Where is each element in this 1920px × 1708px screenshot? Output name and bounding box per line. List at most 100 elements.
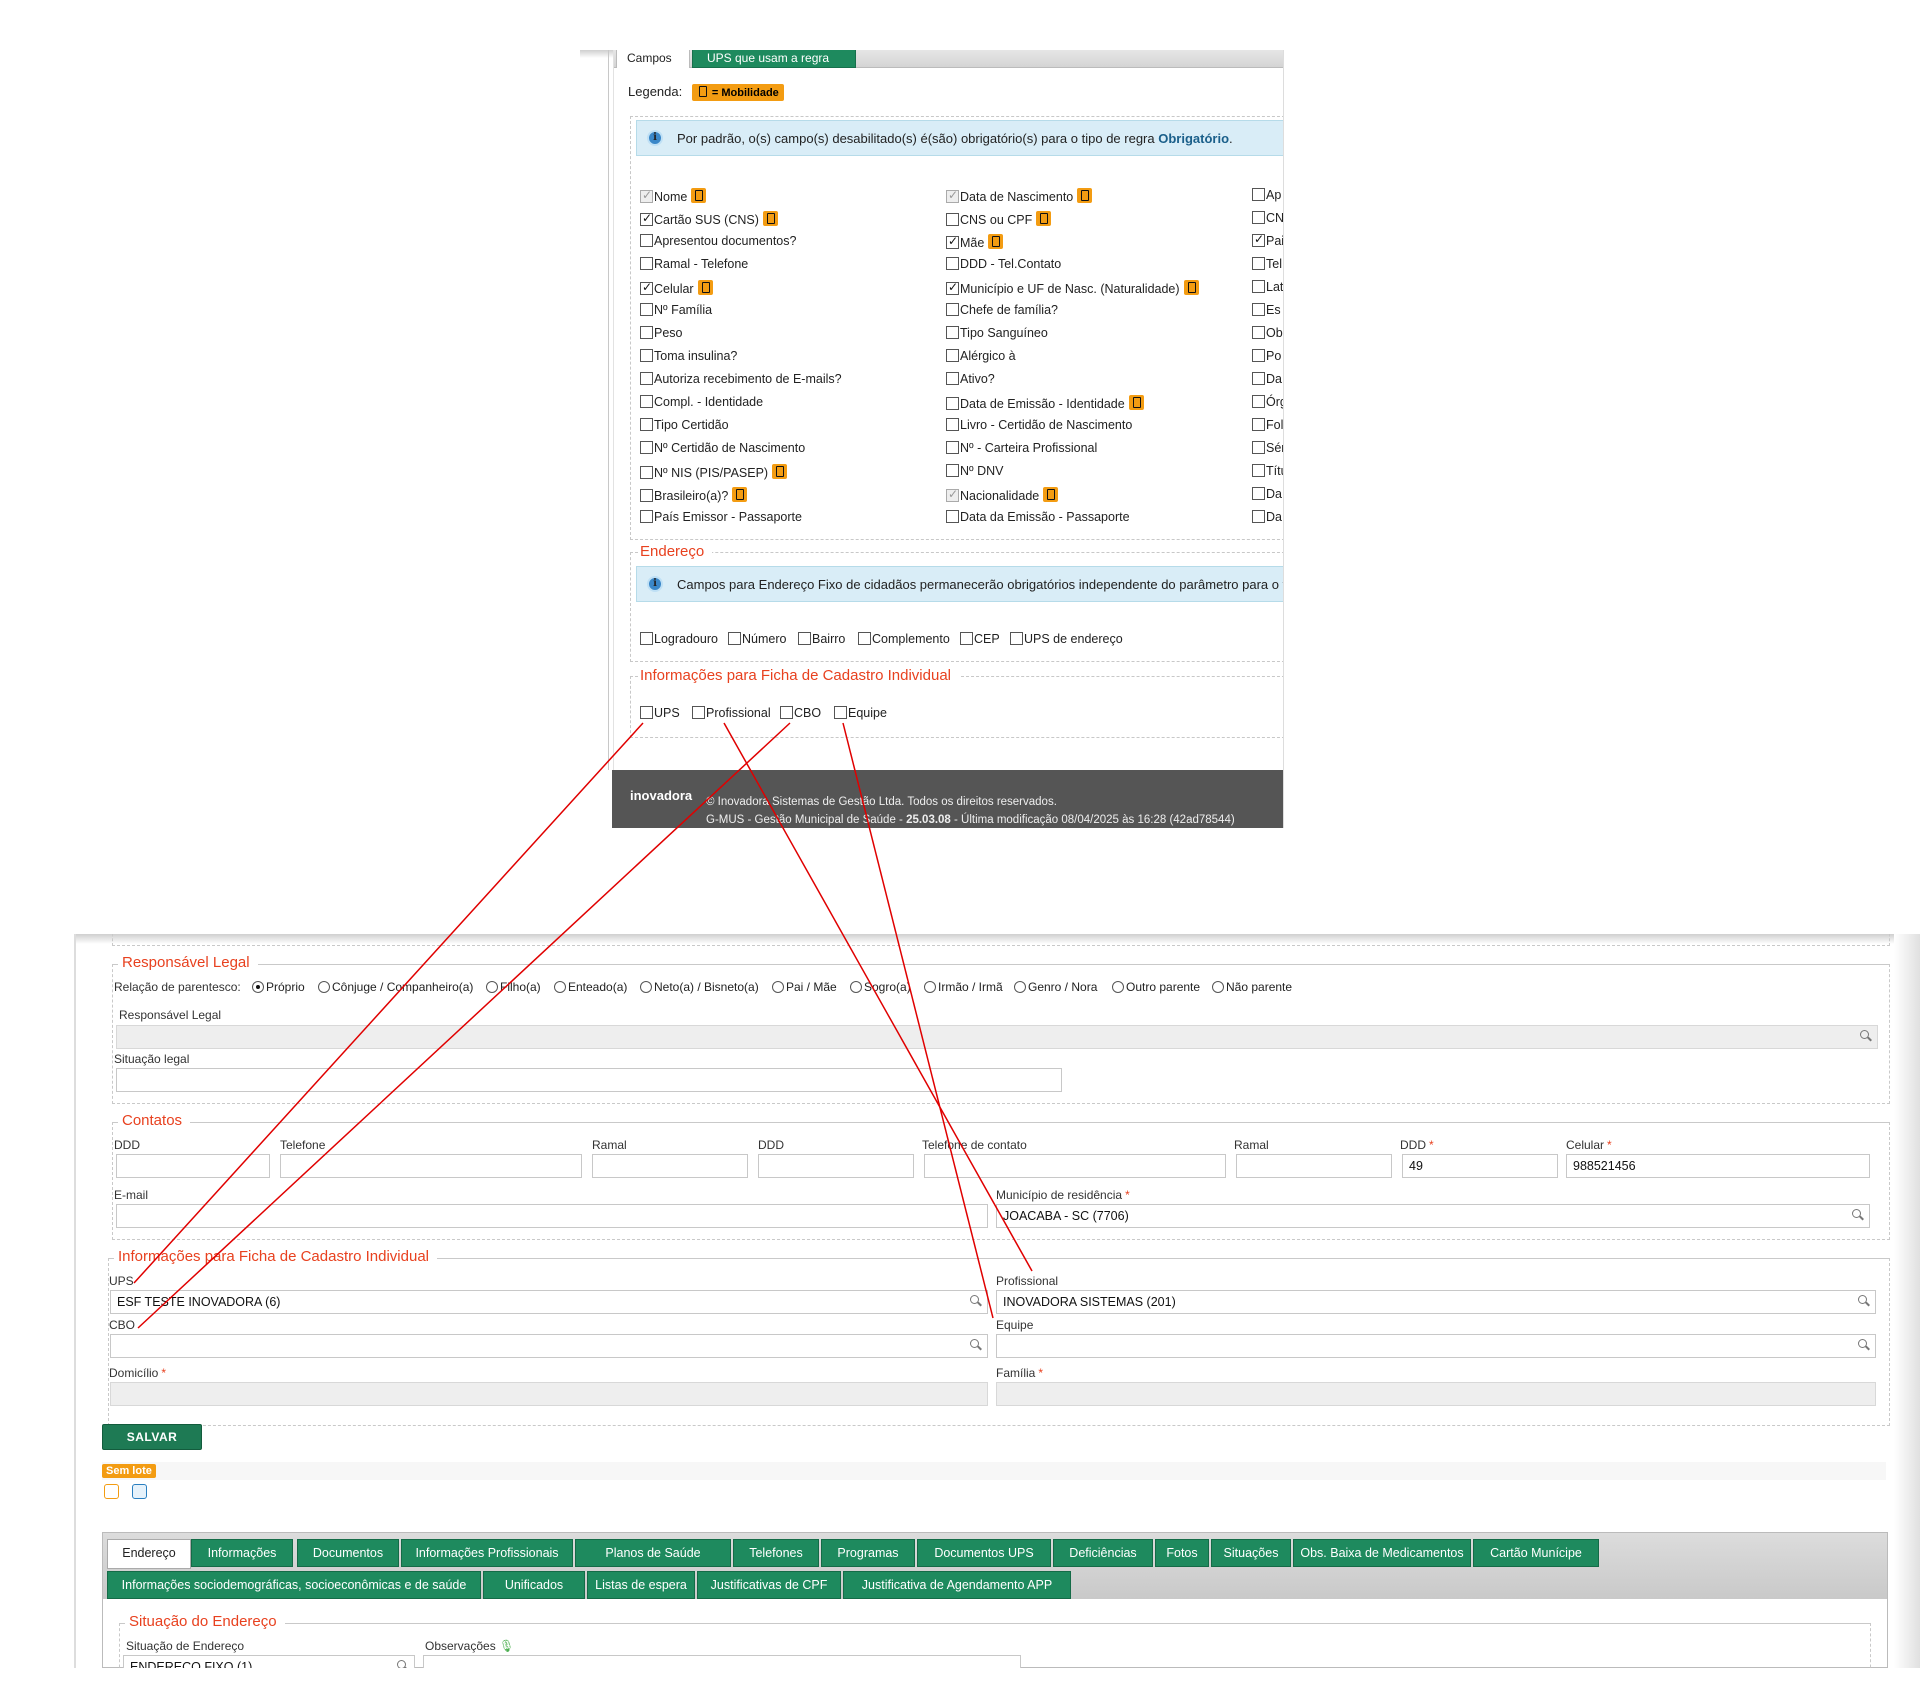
checkbox[interactable] — [1252, 326, 1265, 339]
checkbox[interactable] — [780, 706, 793, 719]
ficha-field-checkbox[interactable]: CBO — [780, 706, 821, 720]
checkbox[interactable] — [946, 510, 959, 523]
checkbox[interactable] — [640, 466, 653, 479]
field-checkbox-col2[interactable]: Mãe — [946, 234, 1004, 250]
microphone-icon[interactable]: 🎙 — [499, 1639, 514, 1653]
field-checkbox-col2[interactable]: Nacionalidade — [946, 487, 1059, 503]
endereco-field-checkbox[interactable]: Bairro — [798, 632, 845, 646]
checkbox[interactable] — [640, 326, 653, 339]
tab-item[interactable]: Fotos — [1155, 1539, 1209, 1567]
field-checkbox-col2[interactable]: CNS ou CPF — [946, 211, 1052, 227]
field-checkbox-col2[interactable]: Livro - Certidão de Nascimento — [946, 418, 1132, 432]
search-icon[interactable] — [1858, 1339, 1869, 1350]
search-icon[interactable] — [397, 1660, 408, 1668]
checkbox[interactable] — [640, 395, 653, 408]
checkbox[interactable] — [1252, 303, 1265, 316]
telefone-input[interactable] — [280, 1154, 582, 1178]
search-icon[interactable] — [970, 1295, 981, 1306]
cbo-input[interactable] — [110, 1334, 988, 1358]
checkbox[interactable] — [946, 418, 959, 431]
field-checkbox-col2[interactable]: Data de Nascimento — [946, 188, 1093, 204]
field-checkbox-col2[interactable]: DDD - Tel.Contato — [946, 257, 1061, 271]
relacao-radio-option[interactable]: Sogro(a) — [850, 980, 911, 994]
field-checkbox-col3[interactable]: CN — [1252, 211, 1283, 225]
field-checkbox-col3[interactable]: Fol — [1252, 418, 1283, 432]
checkbox[interactable] — [1252, 188, 1265, 201]
field-checkbox-col1[interactable]: Compl. - Identidade — [640, 395, 763, 409]
radio-button[interactable] — [640, 981, 652, 993]
field-checkbox-col1[interactable]: Celular — [640, 280, 713, 296]
checkbox[interactable] — [640, 489, 653, 502]
tab-item[interactable]: Documentos UPS — [917, 1539, 1051, 1567]
relacao-radio-option[interactable]: Enteado(a) — [554, 980, 627, 994]
ficha-field-checkbox[interactable]: Equipe — [834, 706, 887, 720]
checkbox[interactable] — [798, 632, 811, 645]
field-checkbox-col3[interactable]: Órg — [1252, 395, 1283, 409]
municipio-residencia-input[interactable]: JOACABA - SC (7706) — [996, 1204, 1870, 1228]
situacao-endereco-input[interactable]: ENDEREÇO FIXO (1) — [123, 1655, 415, 1668]
checkbox[interactable] — [640, 349, 653, 362]
tab-item[interactable]: Planos de Saúde — [575, 1539, 731, 1567]
observacoes-input[interactable] — [423, 1655, 1021, 1668]
checkbox[interactable] — [640, 441, 653, 454]
tab-item[interactable]: Situações — [1211, 1539, 1291, 1567]
checkbox[interactable] — [1252, 280, 1265, 293]
tab-item[interactable]: Documentos — [297, 1539, 399, 1567]
checkbox[interactable] — [1252, 372, 1265, 385]
document-icon[interactable] — [104, 1484, 119, 1499]
tab-item[interactable]: Justificativa de Agendamento APP — [843, 1571, 1071, 1599]
relacao-radio-option[interactable]: Genro / Nora — [1014, 980, 1097, 994]
checkbox[interactable] — [1252, 510, 1265, 523]
tab-item[interactable]: Cartão Munícipe — [1473, 1539, 1599, 1567]
checkbox[interactable] — [1252, 418, 1265, 431]
radio-button[interactable] — [486, 981, 498, 993]
checkbox[interactable] — [946, 441, 959, 454]
ddd-celular-input[interactable]: 49 — [1402, 1154, 1558, 1178]
checkbox[interactable] — [640, 234, 653, 247]
profissional-input[interactable]: INOVADORA SISTEMAS (201) — [996, 1290, 1876, 1314]
tab-campos[interactable]: Campos — [616, 50, 690, 68]
checkbox[interactable] — [1252, 395, 1265, 408]
save-button[interactable]: SALVAR — [102, 1424, 202, 1450]
checkbox[interactable] — [640, 303, 653, 316]
tab-item[interactable]: Deficiências — [1053, 1539, 1153, 1567]
search-icon[interactable] — [1860, 1030, 1871, 1041]
field-checkbox-col1[interactable]: Nº Certidão de Nascimento — [640, 441, 805, 455]
folder-icon[interactable] — [132, 1484, 147, 1499]
celular-input[interactable]: 988521456 — [1566, 1154, 1870, 1178]
radio-button[interactable] — [252, 981, 264, 993]
checkbox[interactable] — [834, 706, 847, 719]
search-icon[interactable] — [970, 1339, 981, 1350]
checkbox[interactable] — [1252, 487, 1265, 500]
radio-button[interactable] — [1112, 981, 1124, 993]
field-checkbox-col1[interactable]: Cartão SUS (CNS) — [640, 211, 778, 227]
tab-item[interactable]: Telefones — [733, 1539, 819, 1567]
ficha-field-checkbox[interactable]: UPS — [640, 706, 680, 720]
ramal-input[interactable] — [592, 1154, 748, 1178]
checkbox[interactable] — [640, 510, 653, 523]
tab-item[interactable]: Informações Profissionais — [401, 1539, 573, 1567]
tab-ups-que-usam-regra[interactable]: UPS que usam a regra — [692, 50, 856, 68]
field-checkbox-col1[interactable]: Apresentou documentos? — [640, 234, 796, 248]
radio-button[interactable] — [554, 981, 566, 993]
equipe-input[interactable] — [996, 1334, 1876, 1358]
field-checkbox-col2[interactable]: Data de Emissão - Identidade — [946, 395, 1144, 411]
radio-button[interactable] — [318, 981, 330, 993]
checkbox[interactable] — [728, 632, 741, 645]
endereco-field-checkbox[interactable]: CEP — [960, 632, 1000, 646]
radio-button[interactable] — [1014, 981, 1026, 993]
field-checkbox-col3[interactable]: Pai — [1252, 232, 1283, 248]
field-checkbox-col2[interactable]: Chefe de família? — [946, 303, 1058, 317]
relacao-radio-option[interactable]: Neto(a) / Bisneto(a) — [640, 980, 759, 994]
field-checkbox-col3[interactable]: Po — [1252, 349, 1281, 363]
checkbox[interactable] — [640, 706, 653, 719]
checkbox[interactable] — [640, 632, 653, 645]
checkbox[interactable] — [1252, 232, 1265, 247]
field-checkbox-col1[interactable]: Toma insulina? — [640, 349, 737, 363]
checkbox[interactable] — [946, 372, 959, 385]
checkbox[interactable] — [640, 211, 653, 226]
field-checkbox-col2[interactable]: Município e UF de Nasc. (Naturalidade) — [946, 280, 1199, 296]
checkbox[interactable] — [946, 464, 959, 477]
ddd-input[interactable] — [116, 1154, 270, 1178]
field-checkbox-col3[interactable]: Da — [1252, 487, 1282, 501]
